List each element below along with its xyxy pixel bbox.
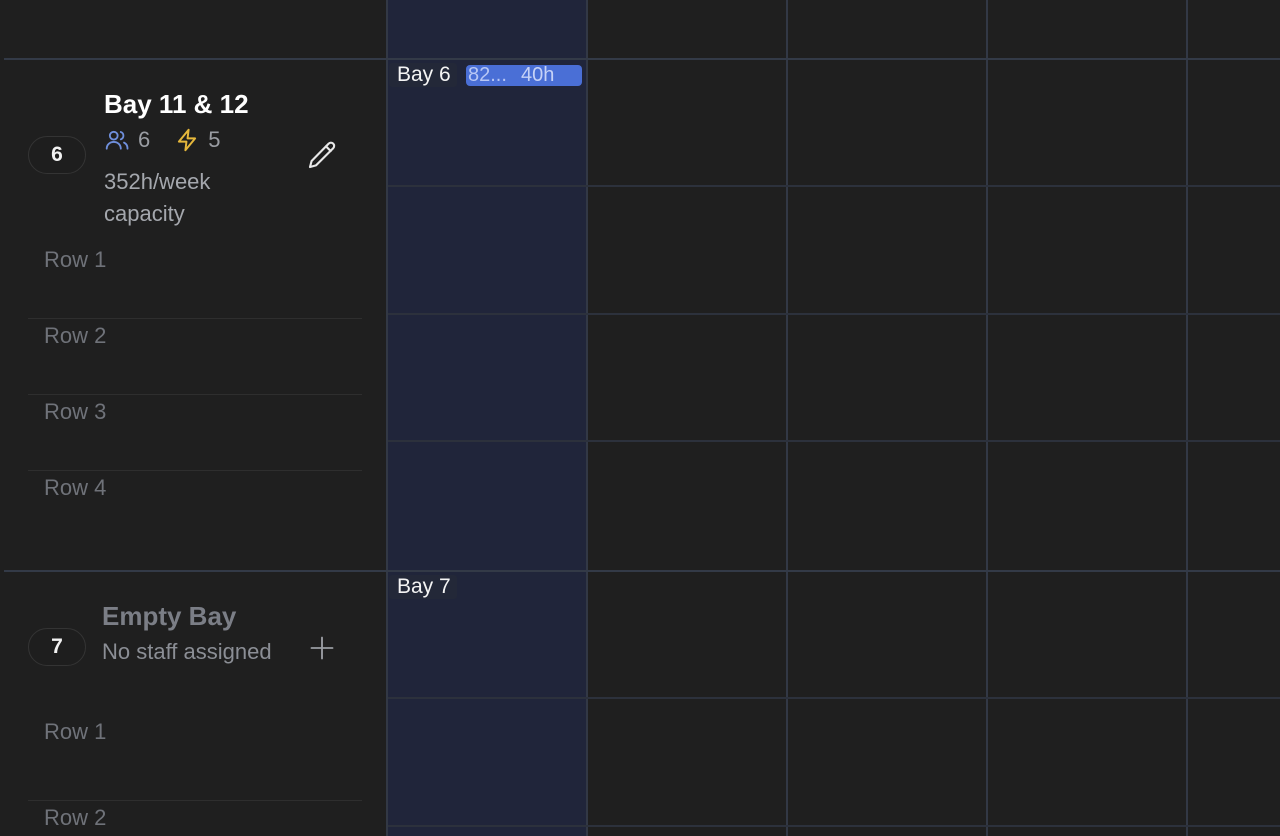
today-column — [387, 0, 587, 836]
power-count: 5 — [208, 127, 221, 152]
grid-column-divider — [786, 0, 788, 836]
row-label: Row 1 — [44, 719, 107, 744]
row-divider — [388, 697, 1280, 699]
bay-timeline-label: Bay 6 — [389, 63, 457, 87]
row-divider — [388, 825, 1280, 827]
grid-column-divider — [1186, 0, 1188, 836]
weekly-capacity: 352h/week capacity — [104, 169, 211, 226]
grid-column-divider — [986, 0, 988, 836]
row-label: Row 3 — [44, 399, 107, 424]
bay-number-badge: 7 — [28, 628, 86, 666]
row-divider — [388, 185, 1280, 187]
staff-icon — [105, 130, 129, 150]
grid-column-divider — [586, 0, 588, 836]
bay-stats: 6 5 — [104, 126, 221, 154]
bay-timeline-label: Bay 7 — [389, 575, 457, 599]
bay-status: No staff assigned — [102, 639, 272, 664]
row-separator — [28, 394, 362, 395]
grid-column-divider — [386, 0, 388, 836]
bay-divider — [4, 58, 1280, 60]
bay-divider — [4, 570, 1280, 572]
staff-count: 6 — [138, 127, 151, 152]
plus-icon — [310, 636, 334, 660]
row-divider — [388, 440, 1280, 442]
lightning-icon — [178, 128, 197, 152]
event-hours: 40h — [521, 65, 555, 86]
pencil-icon — [308, 141, 336, 169]
row-divider — [388, 313, 1280, 315]
bay-title[interactable]: Bay 11 & 12 — [104, 89, 249, 120]
row-label: Row 2 — [44, 805, 107, 830]
row-separator — [28, 318, 362, 319]
row-separator — [28, 800, 362, 801]
edit-bay-button[interactable] — [305, 138, 339, 172]
add-staff-button[interactable] — [305, 631, 339, 665]
event-id: 82... — [468, 65, 507, 86]
bay-title[interactable]: Empty Bay — [102, 601, 236, 632]
row-label: Row 1 — [44, 247, 107, 272]
schedule-event[interactable]: 82... 40h — [466, 65, 582, 86]
row-label: Row 4 — [44, 475, 107, 500]
bay-number-badge: 6 — [28, 136, 86, 174]
row-separator — [28, 470, 362, 471]
row-label: Row 2 — [44, 323, 107, 348]
